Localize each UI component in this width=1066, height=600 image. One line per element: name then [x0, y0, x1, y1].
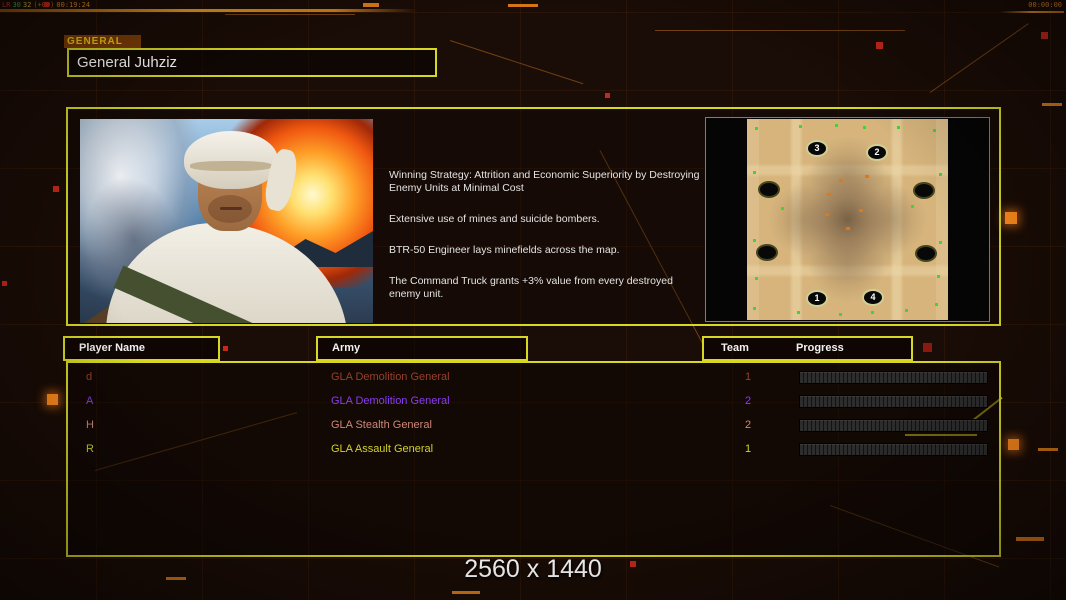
player-name: A	[86, 395, 94, 407]
player-army: GLA Demolition General	[331, 371, 450, 383]
portrait-turban	[184, 131, 278, 189]
decor-square	[44, 2, 49, 7]
general-name: General Juhziz	[77, 54, 178, 71]
decor-square	[923, 343, 932, 352]
column-header-progress: Progress	[796, 342, 844, 354]
map-preview-image: 3 2 1 4	[747, 119, 948, 320]
map-empty-position	[915, 245, 937, 262]
decor-square	[2, 281, 7, 286]
loading-screen: { "hud": { "debug_segments": [ { "text":…	[0, 0, 1066, 600]
briefing-paragraph: BTR-50 Engineer lays minefields across t…	[389, 244, 620, 256]
debug-seg: 30	[12, 1, 21, 9]
player-team: 1	[744, 371, 752, 383]
player-name: R	[86, 443, 94, 455]
column-header-player-name: Player Name	[63, 336, 220, 361]
strategy-briefing: Winning Strategy: Attrition and Economic…	[389, 169, 701, 319]
map-preview-panel: 3 2 1 4	[705, 117, 990, 322]
briefing-paragraph: The Command Truck grants +3% value from …	[389, 275, 673, 300]
decor-dash	[1042, 103, 1062, 106]
player-team: 1	[744, 443, 752, 455]
loading-progress-bar	[799, 419, 988, 432]
general-name-box: General Juhziz	[67, 48, 437, 77]
general-tab-label: GENERAL	[64, 35, 141, 48]
decor-dash	[1016, 537, 1044, 541]
map-empty-position	[756, 244, 778, 261]
decor-square	[1041, 32, 1048, 39]
player-roster-table: d GLA Demolition General 1 A GLA Demolit…	[66, 361, 1001, 557]
match-clock: 00:00:00	[1028, 1, 1062, 9]
player-name: d	[86, 371, 93, 383]
top-accent-bar	[0, 9, 418, 12]
player-row: R GLA Assault General 1	[68, 441, 999, 457]
circuit-trace	[225, 14, 355, 15]
map-start-position: 1	[806, 290, 828, 307]
debug-seg: 32	[22, 1, 32, 9]
map-center-dots	[839, 179, 843, 182]
player-team: 2	[744, 419, 752, 431]
column-header-army: Army	[316, 336, 528, 361]
circuit-trace	[449, 40, 584, 85]
player-army: GLA Stealth General	[331, 419, 432, 431]
loading-progress-bar	[799, 371, 988, 384]
player-name: H	[86, 419, 94, 431]
player-row: A GLA Demolition General 2	[68, 393, 999, 409]
debug-seg: LR	[2, 1, 11, 9]
decor-dash	[508, 4, 538, 7]
portrait-mouth	[220, 207, 242, 210]
decor-glow-square	[1008, 439, 1019, 450]
decor-square	[605, 93, 610, 98]
decor-square	[223, 346, 228, 351]
player-row: d GLA Demolition General 1	[68, 369, 999, 385]
decor-square	[53, 186, 59, 192]
decor-dash	[452, 591, 480, 594]
decor-square	[876, 42, 883, 49]
map-start-position: 4	[862, 289, 884, 306]
column-header-team-progress: Team Progress	[702, 336, 913, 361]
player-row: H GLA Stealth General 2	[68, 417, 999, 433]
loading-progress-bar	[799, 443, 988, 456]
decor-glow-square	[1005, 212, 1017, 224]
player-team: 2	[744, 395, 752, 407]
map-empty-position	[913, 182, 935, 199]
map-resource-dots	[755, 127, 758, 130]
general-portrait-image	[80, 119, 373, 323]
clock-accent-bar	[1000, 11, 1064, 13]
circuit-trace	[929, 23, 1029, 93]
briefing-paragraph: Winning Strategy: Attrition and Economic…	[389, 169, 700, 194]
map-empty-position	[758, 181, 780, 198]
briefing-paragraph: Extensive use of mines and suicide bombe…	[389, 213, 600, 225]
map-start-position: 2	[866, 144, 888, 161]
circuit-trace	[655, 30, 905, 31]
debug-seg: 00:19:24	[56, 1, 91, 9]
column-header-team: Team	[721, 342, 749, 354]
resolution-label: 2560 x 1440	[464, 555, 602, 583]
loading-progress-bar	[799, 395, 988, 408]
decor-dash	[1038, 448, 1058, 451]
decor-dash	[363, 3, 379, 7]
decor-glow-square	[47, 394, 58, 405]
player-army: GLA Assault General	[331, 443, 434, 455]
map-start-position: 3	[806, 140, 828, 157]
player-army: GLA Demolition General	[331, 395, 450, 407]
portrait-turban-band	[190, 161, 272, 171]
